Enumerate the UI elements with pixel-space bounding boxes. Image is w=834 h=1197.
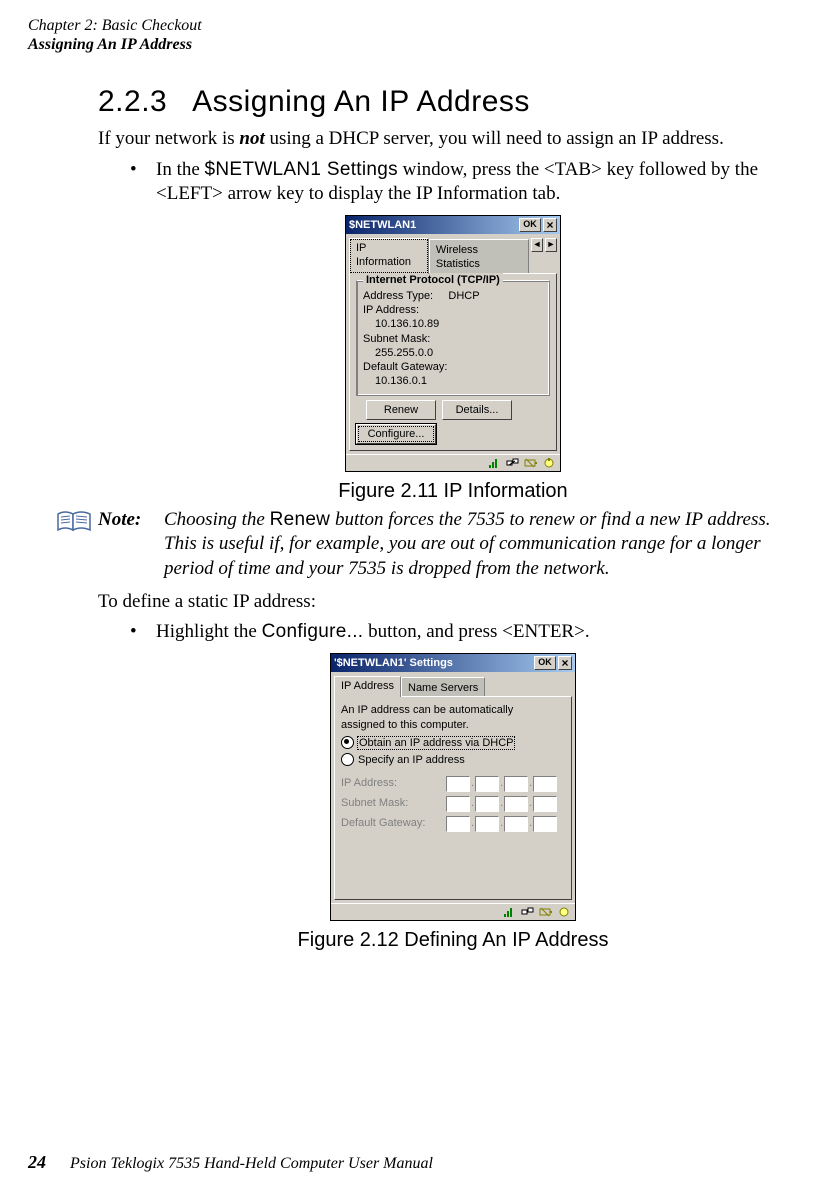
dialog-title: $NETWLAN1 — [349, 218, 517, 232]
mask-oct-3[interactable] — [504, 796, 528, 812]
bullet-tab-left: In the $NETWLAN1 Settings window, press … — [156, 158, 808, 207]
figure-2-12: '$NETWLAN1' Settings OK × IP Address Nam… — [98, 653, 808, 953]
settings-dialog: '$NETWLAN1' Settings OK × IP Address Nam… — [330, 653, 576, 921]
tab-scroll-left-icon[interactable]: ◄ — [531, 238, 543, 252]
tab-ip-address[interactable]: IP Address — [334, 676, 401, 697]
group-title: Internet Protocol (TCP/IP) — [363, 273, 503, 287]
section-number: 2.2.3 — [98, 85, 167, 118]
dialog-titlebar-2: '$NETWLAN1' Settings OK × — [331, 654, 575, 672]
radio-static[interactable] — [341, 753, 354, 766]
header-section: Assigning An IP Address — [28, 35, 202, 54]
close-button[interactable]: × — [543, 218, 557, 232]
ip-oct-4[interactable] — [533, 776, 557, 792]
ip-info-dialog: $NETWLAN1 OK × IP Information Wireless S… — [345, 215, 561, 472]
ok-button-2[interactable]: OK — [534, 656, 556, 670]
gw-oct-3[interactable] — [504, 816, 528, 832]
network-icon — [521, 906, 535, 918]
gw-value: 10.136.0.1 — [363, 374, 543, 388]
ip-label: IP Address: — [363, 303, 543, 317]
taskbar-2 — [331, 903, 575, 920]
page-number: 24 — [28, 1152, 46, 1172]
page-header: Chapter 2: Basic Checkout Assigning An I… — [28, 16, 202, 54]
note-text: Choosing the Renew button forces the 753… — [164, 508, 808, 582]
mask-field-label: Subnet Mask: — [341, 796, 445, 810]
dialog-titlebar: $NETWLAN1 OK × — [346, 216, 560, 234]
mask-oct-2[interactable] — [475, 796, 499, 812]
configure-button[interactable]: Configure... — [356, 424, 436, 444]
static-ip-line: To define a static IP address: — [98, 590, 808, 615]
tab-strip: IP Information Wireless Statistics ◄ ► — [349, 238, 557, 274]
dialog-title-2: '$NETWLAN1' Settings — [334, 656, 532, 670]
section-title: Assigning An IP Address — [192, 85, 530, 118]
header-chapter: Chapter 2: Basic Checkout — [28, 16, 202, 35]
taskbar — [346, 454, 560, 471]
footer-text: Psion Teklogix 7535 Hand-Held Computer U… — [70, 1155, 433, 1172]
desc-line-2: assigned to this computer. — [341, 718, 565, 732]
configure-inline: Configure... — [262, 621, 364, 642]
gw-oct-1[interactable] — [446, 816, 470, 832]
renew-inline: Renew — [270, 509, 331, 530]
page-footer: 24 Psion Teklogix 7535 Hand-Held Compute… — [28, 1151, 433, 1175]
battery-icon — [524, 457, 538, 469]
gw-oct-4[interactable] — [533, 816, 557, 832]
tab-wireless-statistics[interactable]: Wireless Statistics — [429, 239, 529, 274]
gw-oct-2[interactable] — [475, 816, 499, 832]
ip-value: 10.136.10.89 — [363, 317, 543, 331]
bullet-configure: Highlight the Configure... button, and p… — [156, 620, 808, 645]
intro-paragraph: If your network is not using a DHCP serv… — [98, 127, 808, 152]
battery-icon — [539, 906, 553, 918]
mask-oct-1[interactable] — [446, 796, 470, 812]
ok-button[interactable]: OK — [519, 218, 541, 232]
desc-line-1: An IP address can be automatically — [341, 703, 565, 717]
radio-dhcp[interactable] — [341, 736, 354, 749]
ip-oct-3[interactable] — [504, 776, 528, 792]
figure-caption-2: Figure 2.12 Defining An IP Address — [98, 927, 808, 953]
network-icon — [506, 457, 520, 469]
ip-field-label: IP Address: — [341, 776, 445, 790]
tab-strip-2: IP Address Name Servers — [334, 676, 572, 697]
figure-caption-1: Figure 2.11 IP Information — [98, 478, 808, 504]
radio-static-label[interactable]: Specify an IP address — [358, 754, 465, 766]
addr-type-value: DHCP — [448, 290, 479, 302]
ip-oct-1[interactable] — [446, 776, 470, 792]
mask-oct-4[interactable] — [533, 796, 557, 812]
ip-oct-2[interactable] — [475, 776, 499, 792]
netwlan-settings-label: $NETWLAN1 Settings — [205, 159, 398, 180]
mask-value: 255.255.0.0 — [363, 346, 543, 360]
gw-field-label: Default Gateway: — [341, 816, 445, 830]
figure-2-11: $NETWLAN1 OK × IP Information Wireless S… — [98, 215, 808, 504]
signal-icon — [503, 906, 517, 918]
renew-button[interactable]: Renew — [366, 400, 436, 420]
mask-label: Subnet Mask: — [363, 332, 543, 346]
book-icon — [56, 508, 98, 582]
details-button[interactable]: Details... — [442, 400, 512, 420]
plug-icon — [557, 906, 571, 918]
radio-dhcp-label[interactable]: Obtain an IP address via DHCP — [358, 737, 514, 749]
close-button-2[interactable]: × — [558, 656, 572, 670]
tab-name-servers[interactable]: Name Servers — [401, 677, 485, 697]
addr-type-label: Address Type: — [363, 290, 433, 302]
note-block: Note: Choosing the Renew button forces t… — [56, 508, 808, 582]
signal-icon — [488, 457, 502, 469]
note-label: Note: — [98, 508, 164, 582]
plug-icon — [542, 457, 556, 469]
tab-ip-information[interactable]: IP Information — [349, 238, 429, 274]
section-heading: 2.2.3 Assigning An IP Address — [98, 82, 808, 121]
gw-label: Default Gateway: — [363, 360, 543, 374]
tab-scroll-right-icon[interactable]: ► — [545, 238, 557, 252]
main-content: 2.2.3 Assigning An IP Address If your ne… — [98, 82, 808, 957]
tcpip-group: Internet Protocol (TCP/IP) Address Type:… — [356, 280, 550, 396]
